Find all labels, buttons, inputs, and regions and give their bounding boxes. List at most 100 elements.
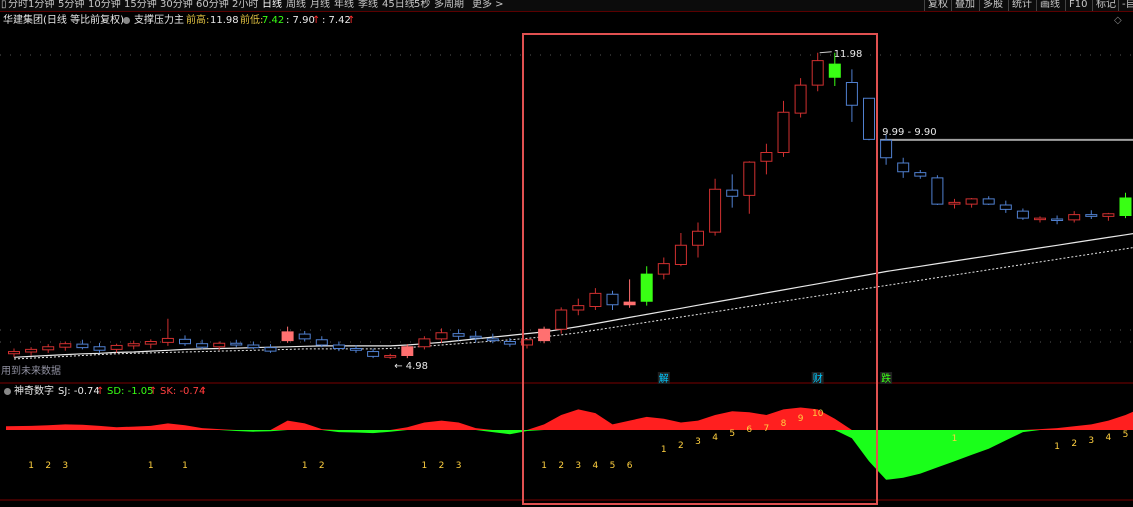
candle-body: [298, 333, 311, 340]
support-resistance-label: 9.99 - 9.90: [882, 127, 937, 138]
candle-body: [179, 338, 191, 345]
candle-body: [418, 338, 431, 348]
candle-body: [486, 338, 499, 342]
count-label: 3: [456, 461, 462, 471]
count-label: 5: [729, 429, 735, 439]
candle-body: [435, 332, 448, 340]
candle-body: [1068, 214, 1081, 221]
count-label: 10: [812, 409, 824, 419]
low-price-label: ← 4.98: [394, 361, 428, 372]
count-label: 3: [1088, 436, 1094, 446]
indicator-negative-area: [6, 430, 1133, 480]
candle-body: [948, 201, 961, 205]
count-label: 3: [695, 437, 701, 447]
high-pointer: [819, 51, 832, 54]
candle-body: [127, 343, 140, 347]
ma-line-white: [13, 233, 1133, 358]
candle-body: [794, 84, 807, 114]
candle-body: [1051, 218, 1064, 221]
candle-body: [332, 344, 345, 349]
count-label: 9: [798, 414, 804, 424]
candle-body: [93, 346, 106, 351]
count-label: 3: [575, 461, 581, 471]
count-label: 1: [661, 445, 667, 455]
event-marker: 解: [659, 372, 669, 385]
candle-body: [726, 189, 739, 197]
candle-body: [863, 97, 875, 140]
count-label: 1: [541, 461, 547, 471]
candle-body: [811, 60, 824, 86]
candle-body: [640, 273, 653, 302]
candle-body: [59, 343, 72, 348]
candle-body: [452, 333, 465, 337]
count-label: 7: [764, 424, 770, 434]
candle-body: [1085, 214, 1098, 217]
count-label: 1: [182, 461, 188, 471]
candle-body: [401, 346, 414, 356]
candle-body: [845, 82, 858, 106]
candle-body: [144, 341, 157, 345]
candle-body: [623, 301, 636, 306]
candle-body: [230, 342, 243, 346]
count-label: 6: [746, 425, 752, 435]
candle-body: [880, 139, 893, 159]
candle-body: [589, 292, 602, 307]
candle-body: [743, 161, 756, 196]
count-label: 2: [678, 441, 684, 451]
count-label: 4: [1106, 433, 1112, 443]
candle-body: [110, 344, 123, 350]
candle-body: [982, 198, 995, 205]
candle-body: [606, 293, 619, 306]
candle-body: [8, 351, 20, 355]
candle-body: [538, 328, 551, 342]
count-label: 1: [1054, 442, 1060, 452]
candle-body: [42, 346, 55, 351]
candle-body: [931, 177, 944, 205]
candle-body: [350, 348, 362, 351]
count-label: 1: [148, 461, 154, 471]
count-label: 1: [422, 461, 428, 471]
candle-body: [264, 347, 277, 352]
count-label: 5: [1123, 430, 1129, 440]
candle-body: [315, 339, 328, 346]
candle-body: [469, 335, 482, 339]
future-data-label: 用到未来数据: [1, 364, 61, 377]
candle-body: [965, 198, 978, 205]
candle-body: [247, 344, 260, 349]
candle-body: [1016, 210, 1029, 219]
indicator-positive-area: [6, 403, 1133, 430]
candle-body: [213, 342, 226, 348]
candle-body: [503, 341, 516, 345]
count-label: 1: [302, 461, 308, 471]
count-label: 4: [712, 433, 718, 443]
candle-body: [1102, 213, 1115, 217]
event-marker: 跌: [881, 372, 891, 385]
count-label: 2: [1071, 439, 1077, 449]
candle-body: [76, 343, 89, 349]
count-label: 1: [28, 461, 34, 471]
candle-body: [657, 263, 670, 275]
high-price-label: 11.98: [834, 49, 863, 60]
count-label: 2: [558, 461, 564, 471]
count-label: 2: [45, 461, 51, 471]
candle-body: [1034, 217, 1046, 221]
count-label: 4: [593, 461, 599, 471]
candle-body: [828, 63, 841, 78]
candle-body: [897, 162, 910, 173]
candle-body: [914, 172, 927, 177]
highlight-box: [522, 33, 878, 505]
count-label: 8: [781, 419, 787, 429]
count-label: 5: [610, 461, 616, 471]
candle-body: [999, 204, 1012, 210]
event-marker: 财: [813, 372, 823, 385]
count-label: 2: [319, 461, 325, 471]
count-label: 3: [62, 461, 68, 471]
candle-body: [25, 348, 38, 353]
candle-body: [777, 111, 790, 153]
candle-body: [572, 305, 585, 311]
candle-body: [760, 152, 773, 162]
candle-body: [196, 343, 209, 348]
candle-body: [709, 188, 722, 233]
candle-body: [1119, 197, 1132, 216]
chart-canvas: 11.98← 4.989.99 - 9.90用到未来数据解财跌涨12311121…: [0, 33, 1133, 505]
